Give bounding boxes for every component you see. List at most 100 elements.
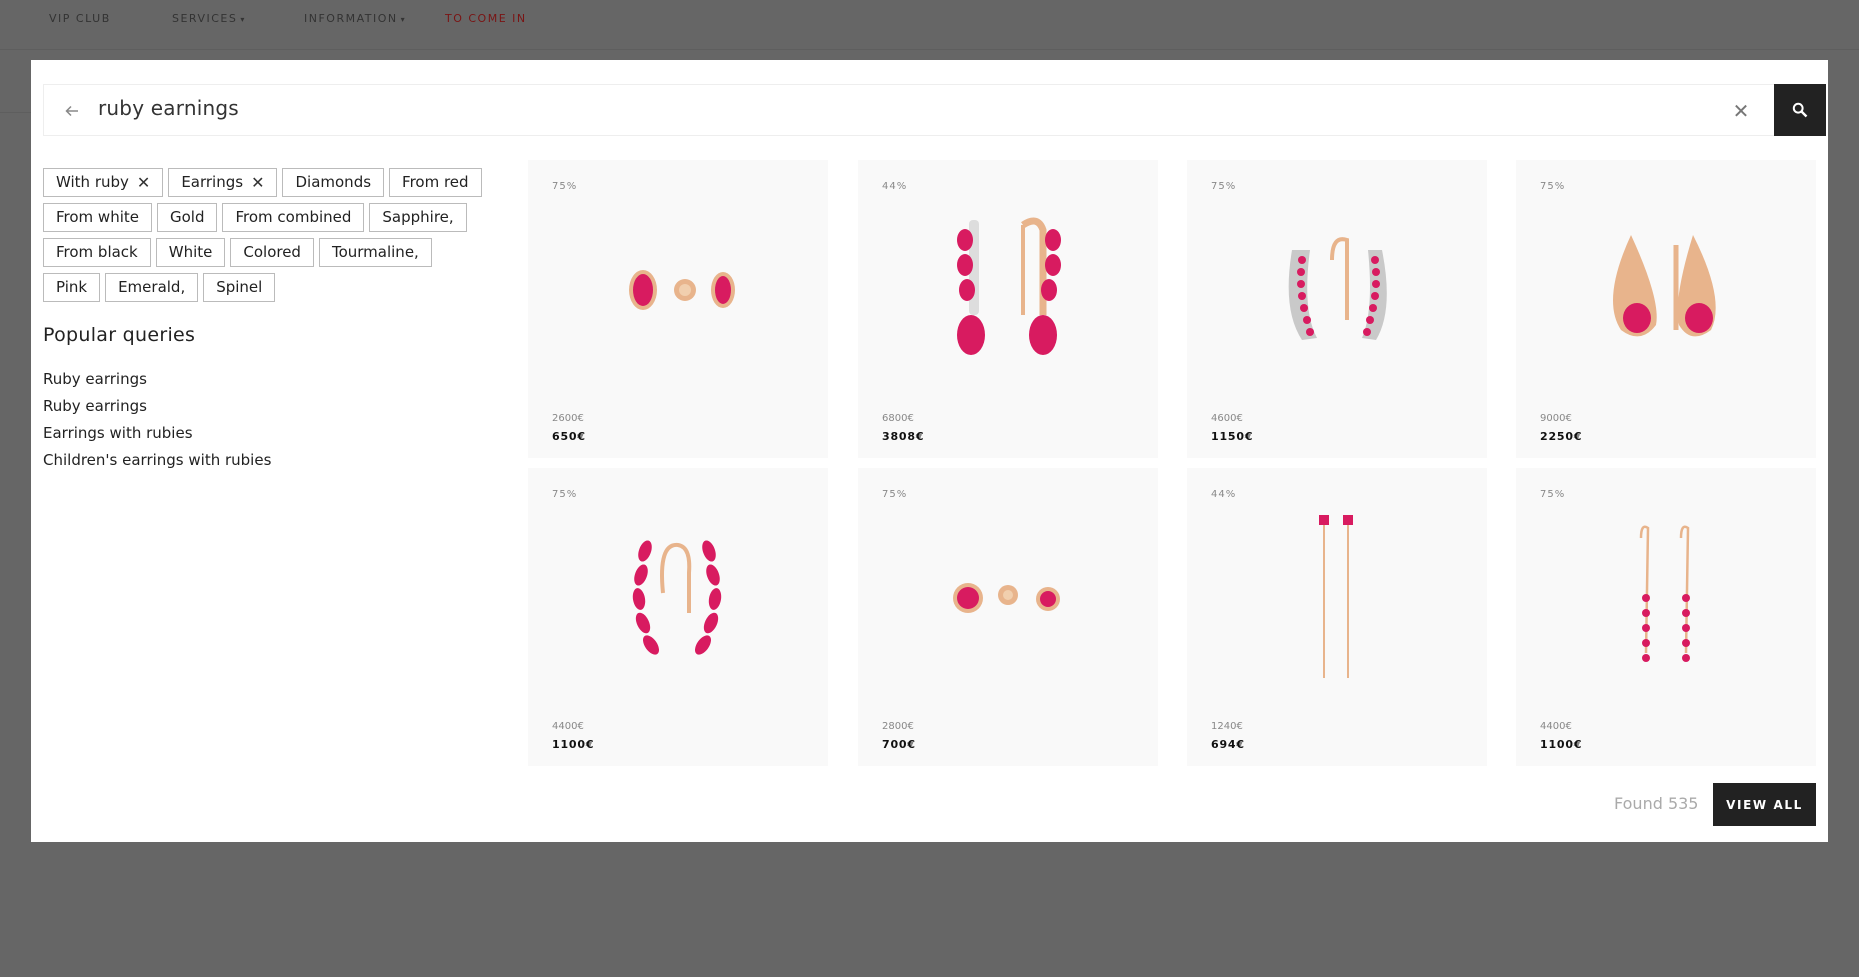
product-card[interactable]: 75% 4400€ 1100€ (528, 468, 828, 766)
filter-chip[interactable]: Emerald, (105, 273, 199, 302)
caret-down-icon: ▾ (240, 15, 246, 24)
top-navigation: VIP CLUB SERVICES ▾ INFORMATION ▾ TO COME … (0, 0, 1859, 50)
old-price: 6800€ (882, 413, 914, 424)
filter-chip-label: From black (56, 243, 138, 261)
discount-badge: 44% (1211, 489, 1237, 500)
filter-chip-row: With ruby ✕ Earrings ✕ Diamonds From red (43, 168, 493, 197)
product-card[interactable]: 75% 4600€ 1150€ (1187, 160, 1487, 458)
filter-chip-label: Earrings (181, 173, 244, 191)
popular-queries-list: Ruby earrings Ruby earrings Earrings with … (43, 370, 271, 478)
discount-badge: 75% (552, 181, 578, 192)
product-card[interactable]: 44% 6800€ 3808€ (858, 160, 1158, 458)
filter-chip-row: From black White Colored Tourmaline, (43, 238, 493, 267)
current-price: 700€ (882, 738, 916, 751)
stud-oval-earrings-image[interactable] (588, 210, 768, 370)
old-price: 4400€ (552, 721, 584, 732)
current-price: 3808€ (882, 430, 925, 443)
search-input[interactable]: ruby earnings (98, 96, 239, 120)
nav-services-label: SERVICES (172, 12, 238, 25)
discount-badge: 44% (882, 181, 908, 192)
filter-chip-label: Emerald, (118, 278, 186, 296)
back-arrow-icon[interactable] (58, 97, 86, 125)
nav-login[interactable]: TO COME IN (445, 12, 527, 25)
filter-chip[interactable]: From black (43, 238, 151, 267)
current-price: 1100€ (1540, 738, 1583, 751)
popular-query-link[interactable]: Earrings with rubies (43, 424, 271, 451)
filter-chip[interactable]: Earrings ✕ (168, 168, 278, 197)
filter-chip-label: Spinel (216, 278, 263, 296)
nav-information[interactable]: INFORMATION ▾ (304, 12, 406, 25)
discount-badge: 75% (1540, 489, 1566, 500)
stud-round-earrings-image[interactable] (918, 518, 1098, 678)
filter-chip-label: From combined (235, 208, 352, 226)
filter-chip[interactable]: Pink (43, 273, 101, 302)
remove-filter-icon[interactable]: ✕ (137, 169, 150, 196)
filter-chip[interactable]: From combined (222, 203, 365, 232)
teardrop-earrings-image[interactable] (1576, 210, 1756, 370)
filter-chip[interactable]: Spinel (203, 273, 276, 302)
product-card[interactable]: 75% 9000€ 2250€ (1516, 160, 1816, 458)
hoop-channel-earrings-image[interactable] (1247, 210, 1427, 370)
filter-chip-label: With ruby (56, 173, 129, 191)
drop-ruby-earrings-image[interactable] (918, 210, 1098, 370)
old-price: 2600€ (552, 413, 584, 424)
filter-chip[interactable]: With ruby ✕ (43, 168, 164, 197)
search-modal: ruby earnings ✕ With ruby ✕ Earrings ✕ Diamo… (31, 60, 1828, 842)
current-price: 694€ (1211, 738, 1245, 751)
filter-chip[interactable]: Colored (230, 238, 314, 267)
popular-query-link[interactable]: Children's earrings with rubies (43, 451, 271, 478)
popular-queries-title: Popular queries (43, 324, 196, 346)
search-button[interactable] (1774, 84, 1826, 136)
filter-chip-label: Gold (169, 208, 205, 226)
filter-chip[interactable]: Sapphire, (369, 203, 467, 232)
old-price: 2800€ (882, 721, 914, 732)
product-card[interactable]: 75% 4400€ 1100€ (1516, 468, 1816, 766)
divider (0, 112, 31, 113)
popular-query-link[interactable]: Ruby earrings (43, 370, 271, 397)
nav-vip-club[interactable]: VIP CLUB (49, 12, 111, 25)
filter-chip-label: Diamonds (295, 173, 372, 191)
old-price: 4600€ (1211, 413, 1243, 424)
filter-chip[interactable]: From red (389, 168, 482, 197)
clear-icon[interactable]: ✕ (1728, 98, 1754, 124)
product-card[interactable]: 75% 2600€ 650€ (528, 160, 828, 458)
current-price: 650€ (552, 430, 586, 443)
search-bar: ruby earnings ✕ (43, 84, 1799, 136)
filter-chip-label: Colored (243, 243, 301, 261)
discount-badge: 75% (882, 489, 908, 500)
line-drop-earrings-image[interactable] (1576, 518, 1756, 678)
filter-chip-label: Tourmaline, (331, 243, 419, 261)
filter-chip[interactable]: Tourmaline, (318, 238, 432, 267)
marquise-hoop-earrings-image[interactable] (588, 518, 768, 678)
nav-services[interactable]: SERVICES ▾ (172, 12, 246, 25)
filter-chip-label: From red (402, 173, 469, 191)
product-card[interactable]: 44% 1240€ 694€ (1187, 468, 1487, 766)
caret-down-icon: ▾ (400, 15, 407, 24)
filter-chip[interactable]: White (155, 238, 226, 267)
view-all-button[interactable]: VIEW ALL (1713, 783, 1816, 826)
discount-badge: 75% (1540, 181, 1566, 192)
filter-chip-label: Pink (56, 278, 88, 296)
filter-chip[interactable]: Diamonds (282, 168, 385, 197)
filter-chip-label: Sapphire, (382, 208, 454, 226)
old-price: 1240€ (1211, 721, 1243, 732)
results-count: Found 535 (1614, 794, 1699, 813)
nav-information-label: INFORMATION (304, 12, 398, 25)
filter-chip[interactable]: Gold (156, 203, 218, 232)
remove-filter-icon[interactable]: ✕ (251, 169, 264, 196)
old-price: 9000€ (1540, 413, 1572, 424)
filter-chip-label: From white (56, 208, 139, 226)
product-card[interactable]: 75% 2800€ 700€ (858, 468, 1158, 766)
current-price: 2250€ (1540, 430, 1583, 443)
discount-badge: 75% (552, 489, 578, 500)
chain-threader-earrings-image[interactable] (1247, 515, 1427, 678)
old-price: 4400€ (1540, 721, 1572, 732)
filter-chip-label: White (168, 243, 213, 261)
filter-chip-row: Pink Emerald, Spinel (43, 273, 493, 302)
discount-badge: 75% (1211, 181, 1237, 192)
filter-chip[interactable]: From white (43, 203, 152, 232)
popular-query-link[interactable]: Ruby earrings (43, 397, 271, 424)
search-icon (1792, 102, 1808, 118)
filter-chip-row: From white Gold From combined Sapphire, (43, 203, 493, 232)
current-price: 1100€ (552, 738, 595, 751)
